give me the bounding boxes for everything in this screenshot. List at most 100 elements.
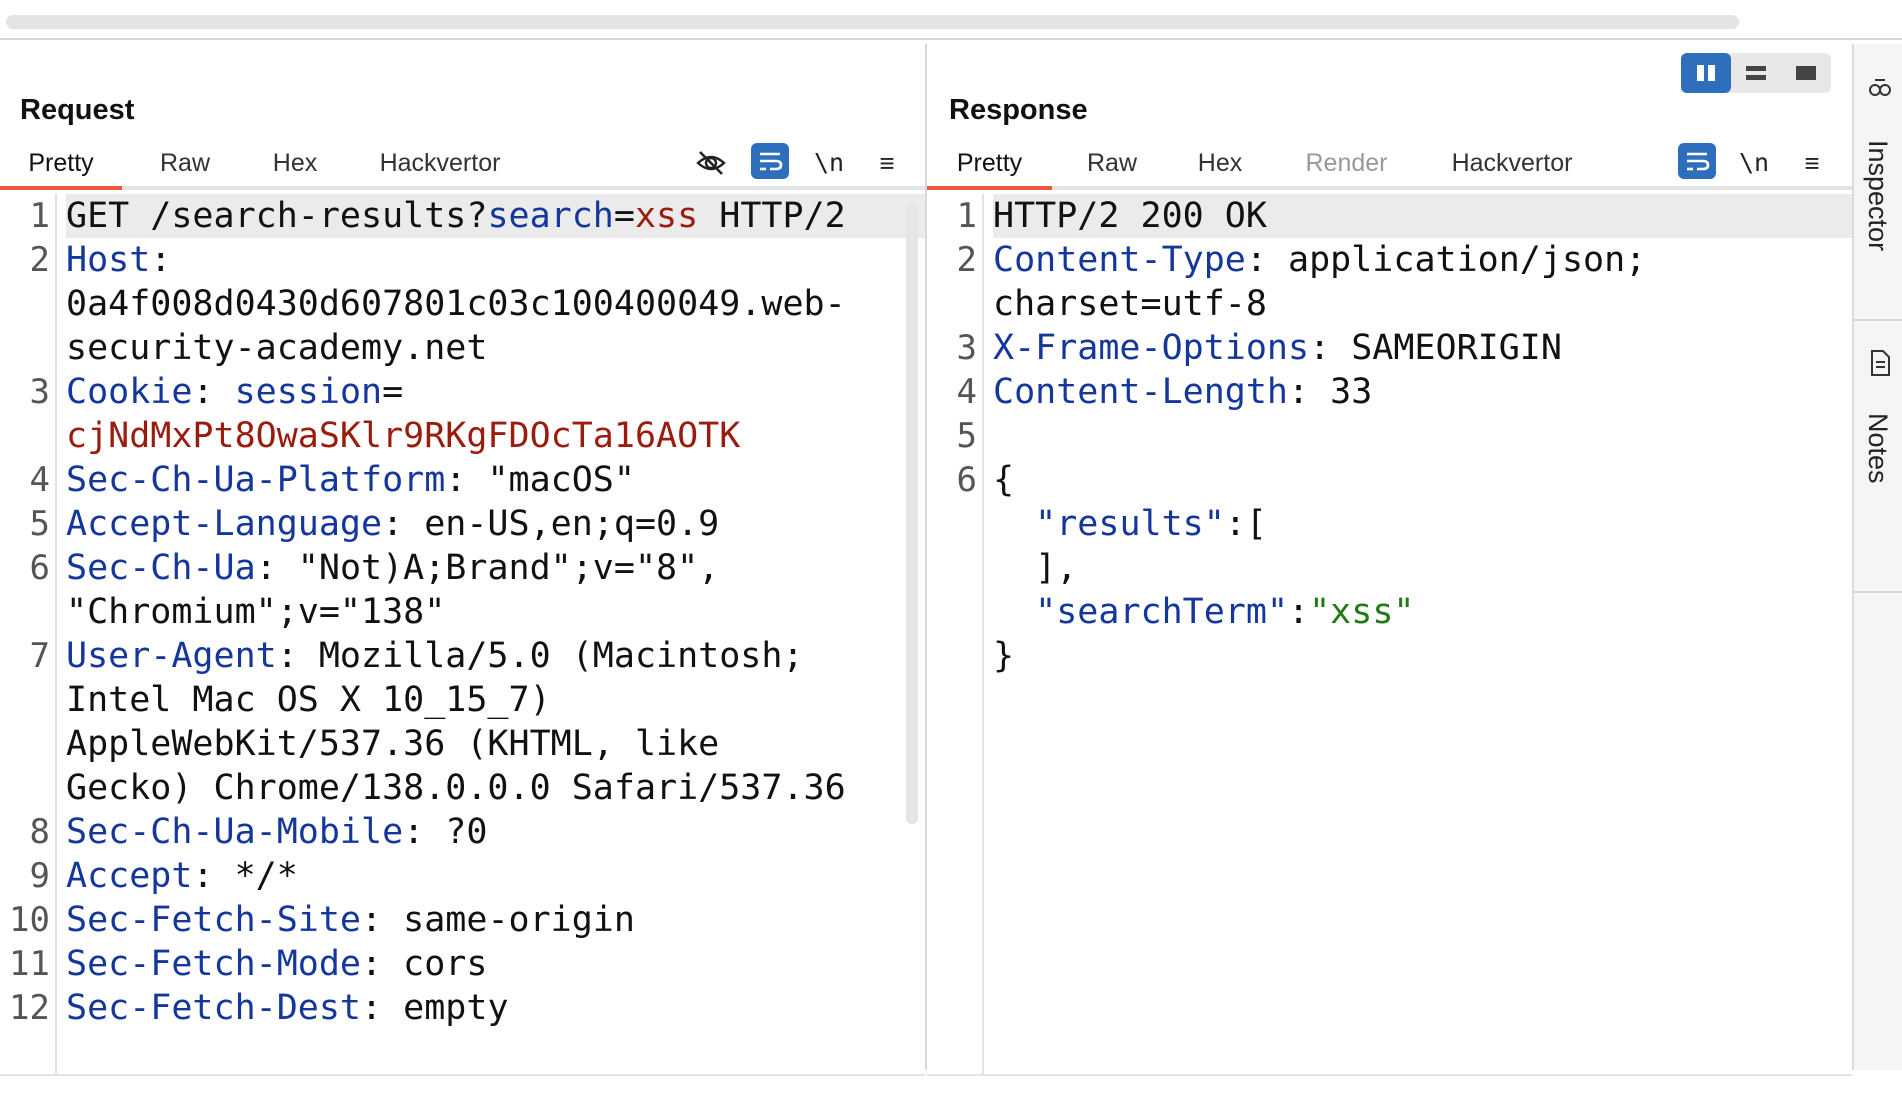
code-text: charset=utf-8 bbox=[993, 284, 1267, 324]
request-vertical-scrollbar[interactable] bbox=[906, 204, 918, 824]
header-key: User-Agent bbox=[66, 636, 277, 676]
code-line[interactable]: 11 Sec-Fetch-Mode: cors bbox=[9, 942, 925, 986]
code-text: "Chromium";v="138" bbox=[66, 592, 446, 632]
request-tab-hex[interactable]: Hex bbox=[255, 142, 335, 186]
split-columns-icon[interactable] bbox=[1681, 53, 1731, 93]
response-tab-hex[interactable]: Hex bbox=[1180, 142, 1260, 186]
code-line[interactable]: cjNdMxPt8OwaSKlr9RKgFDOcTa16AOTK bbox=[66, 414, 925, 458]
request-title: Request bbox=[20, 94, 135, 126]
code-text: : "Not)A;Brand";v="8", bbox=[255, 548, 720, 588]
header-key: session bbox=[234, 372, 383, 412]
code-line[interactable]: 2 Host: bbox=[30, 238, 925, 282]
header-key: Sec-Ch-Ua-Mobile bbox=[66, 812, 404, 852]
wrap-icon[interactable] bbox=[1678, 143, 1716, 179]
code-line[interactable]: 8 Sec-Ch-Ua-Mobile: ?0 bbox=[30, 810, 925, 854]
header-key: Host bbox=[66, 240, 151, 280]
code-line[interactable]: "searchTerm":"xss" bbox=[993, 590, 1852, 634]
request-bottom-toolbar bbox=[0, 1074, 925, 1116]
code-text: : "macOS" bbox=[445, 460, 635, 500]
code-text: : same-origin bbox=[361, 900, 635, 940]
line-number: 1 bbox=[29, 196, 50, 236]
code-text: = bbox=[613, 196, 635, 236]
layout-switcher bbox=[1681, 53, 1831, 93]
menu-icon[interactable]: ≡ bbox=[868, 145, 906, 181]
inspector-icon bbox=[1867, 74, 1893, 107]
sidebar-divider bbox=[1854, 591, 1902, 593]
code-line[interactable]: 0a4f008d0430d607801c03c100400049.web- bbox=[66, 282, 925, 326]
code-line[interactable]: 10 Sec-Fetch-Site: same-origin bbox=[9, 898, 925, 942]
code-line[interactable]: AppleWebKit/537.36 (KHTML, like bbox=[66, 722, 925, 766]
code-text: = bbox=[382, 372, 404, 412]
code-line[interactable]: Gecko) Chrome/138.0.0.0 Safari/537.36 bbox=[66, 766, 925, 810]
line-number: 10 bbox=[9, 900, 50, 940]
code-line[interactable]: Intel Mac OS X 10_15_7) bbox=[66, 678, 925, 722]
code-line[interactable]: 4 Content-Length: 33 bbox=[957, 370, 1852, 414]
response-tab-raw[interactable]: Raw bbox=[1072, 142, 1152, 186]
code-line[interactable]: "results":[ bbox=[993, 502, 1852, 546]
header-key: Sec-Fetch-Mode bbox=[66, 944, 362, 984]
request-code[interactable]: 1 GET /search-results?search=xss HTTP/2 2 H… bbox=[9, 194, 925, 1030]
code-text: : 33 bbox=[1288, 372, 1373, 412]
code-line[interactable]: charset=utf-8 bbox=[993, 282, 1852, 326]
inspector-label: Inspector bbox=[1863, 140, 1893, 252]
header-key: Sec-Ch-Ua-Platform bbox=[66, 460, 446, 500]
request-editor[interactable]: 1 GET /search-results?search=xss HTTP/2 2 H… bbox=[0, 194, 925, 1074]
code-text: cjNdMxPt8OwaSKlr9RKgFDOcTa16AOTK bbox=[66, 416, 741, 456]
code-line[interactable]: 5 bbox=[957, 414, 1852, 458]
newline-toggle[interactable]: \n bbox=[810, 145, 848, 181]
header-key: Sec-Fetch-Site bbox=[66, 900, 362, 940]
code-line[interactable]: 5 Accept-Language: en-US,en;q=0.9 bbox=[30, 502, 925, 546]
scrollbar-thumb[interactable] bbox=[6, 15, 1739, 29]
code-line[interactable]: 4 Sec-Ch-Ua-Platform: "macOS" bbox=[30, 458, 925, 502]
code-line[interactable]: 1 GET /search-results?search=xss HTTP/2 bbox=[30, 194, 925, 238]
request-tab-raw[interactable]: Raw bbox=[145, 142, 225, 186]
code-line[interactable]: security-academy.net bbox=[66, 326, 925, 370]
menu-icon[interactable]: ≡ bbox=[1793, 145, 1831, 181]
code-text: : cors bbox=[361, 944, 488, 984]
code-line[interactable]: 6{ bbox=[957, 458, 1852, 502]
code-line[interactable]: 2 Content-Type: application/json; bbox=[957, 238, 1852, 282]
single-pane-icon[interactable] bbox=[1781, 53, 1831, 93]
header-key: Content-Length bbox=[993, 372, 1289, 412]
wrap-icon[interactable] bbox=[751, 143, 789, 179]
code-text: HTTP/2 200 OK bbox=[993, 196, 1267, 236]
response-tab-pretty[interactable]: Pretty bbox=[927, 142, 1052, 190]
code-line[interactable]: 6 Sec-Ch-Ua: "Not)A;Brand";v="8", bbox=[30, 546, 925, 590]
request-tab-pretty[interactable]: Pretty bbox=[0, 142, 122, 190]
code-text: : */* bbox=[192, 856, 298, 896]
code-line[interactable]: 9 Accept: */* bbox=[30, 854, 925, 898]
code-text: : bbox=[1288, 592, 1310, 632]
inspector-tab[interactable]: Inspector bbox=[1854, 44, 1902, 319]
top-scrollbar[interactable] bbox=[0, 0, 1902, 40]
code-line[interactable]: } bbox=[993, 634, 1852, 678]
response-tab-render[interactable]: Render bbox=[1289, 142, 1404, 186]
response-code[interactable]: 1 HTTP/2 200 OK 2 Content-Type: application… bbox=[957, 194, 1852, 678]
code-line[interactable]: 3 X-Frame-Options: SAMEORIGIN bbox=[957, 326, 1852, 370]
header-key: Sec-Fetch-Dest bbox=[66, 988, 362, 1028]
response-pane: Response Pretty Raw Hex Render Hackverto… bbox=[927, 44, 1852, 1076]
request-tab-hackvertor[interactable]: Hackvertor bbox=[365, 142, 515, 186]
header-key: Sec-Ch-Ua bbox=[66, 548, 256, 588]
code-line[interactable]: 3 Cookie: session= bbox=[30, 370, 925, 414]
line-number: 11 bbox=[9, 944, 50, 984]
line-number: 4 bbox=[29, 460, 50, 500]
code-line[interactable]: ], bbox=[993, 546, 1852, 590]
code-line[interactable]: 12 Sec-Fetch-Dest: empty bbox=[9, 986, 925, 1030]
code-line[interactable]: 7 User-Agent: Mozilla/5.0 (Macintosh; bbox=[30, 634, 925, 678]
line-number: 6 bbox=[956, 460, 977, 500]
eye-slash-icon[interactable] bbox=[692, 145, 730, 181]
header-key: Accept bbox=[66, 856, 193, 896]
response-editor[interactable]: 1 HTTP/2 200 OK 2 Content-Type: application… bbox=[927, 194, 1852, 1074]
newline-toggle[interactable]: \n bbox=[1735, 145, 1773, 181]
line-number: 1 bbox=[956, 196, 977, 236]
split-rows-icon[interactable] bbox=[1731, 53, 1781, 93]
line-number: 8 bbox=[29, 812, 50, 852]
notes-tab[interactable]: Notes bbox=[1854, 321, 1902, 591]
code-line[interactable]: 1 HTTP/2 200 OK bbox=[957, 194, 1852, 238]
response-tab-hackvertor[interactable]: Hackvertor bbox=[1437, 142, 1587, 186]
code-text: : SAMEORIGIN bbox=[1309, 328, 1562, 368]
code-line[interactable]: "Chromium";v="138" bbox=[66, 590, 925, 634]
response-bottom-toolbar bbox=[927, 1074, 1852, 1116]
line-number: 2 bbox=[956, 240, 977, 280]
